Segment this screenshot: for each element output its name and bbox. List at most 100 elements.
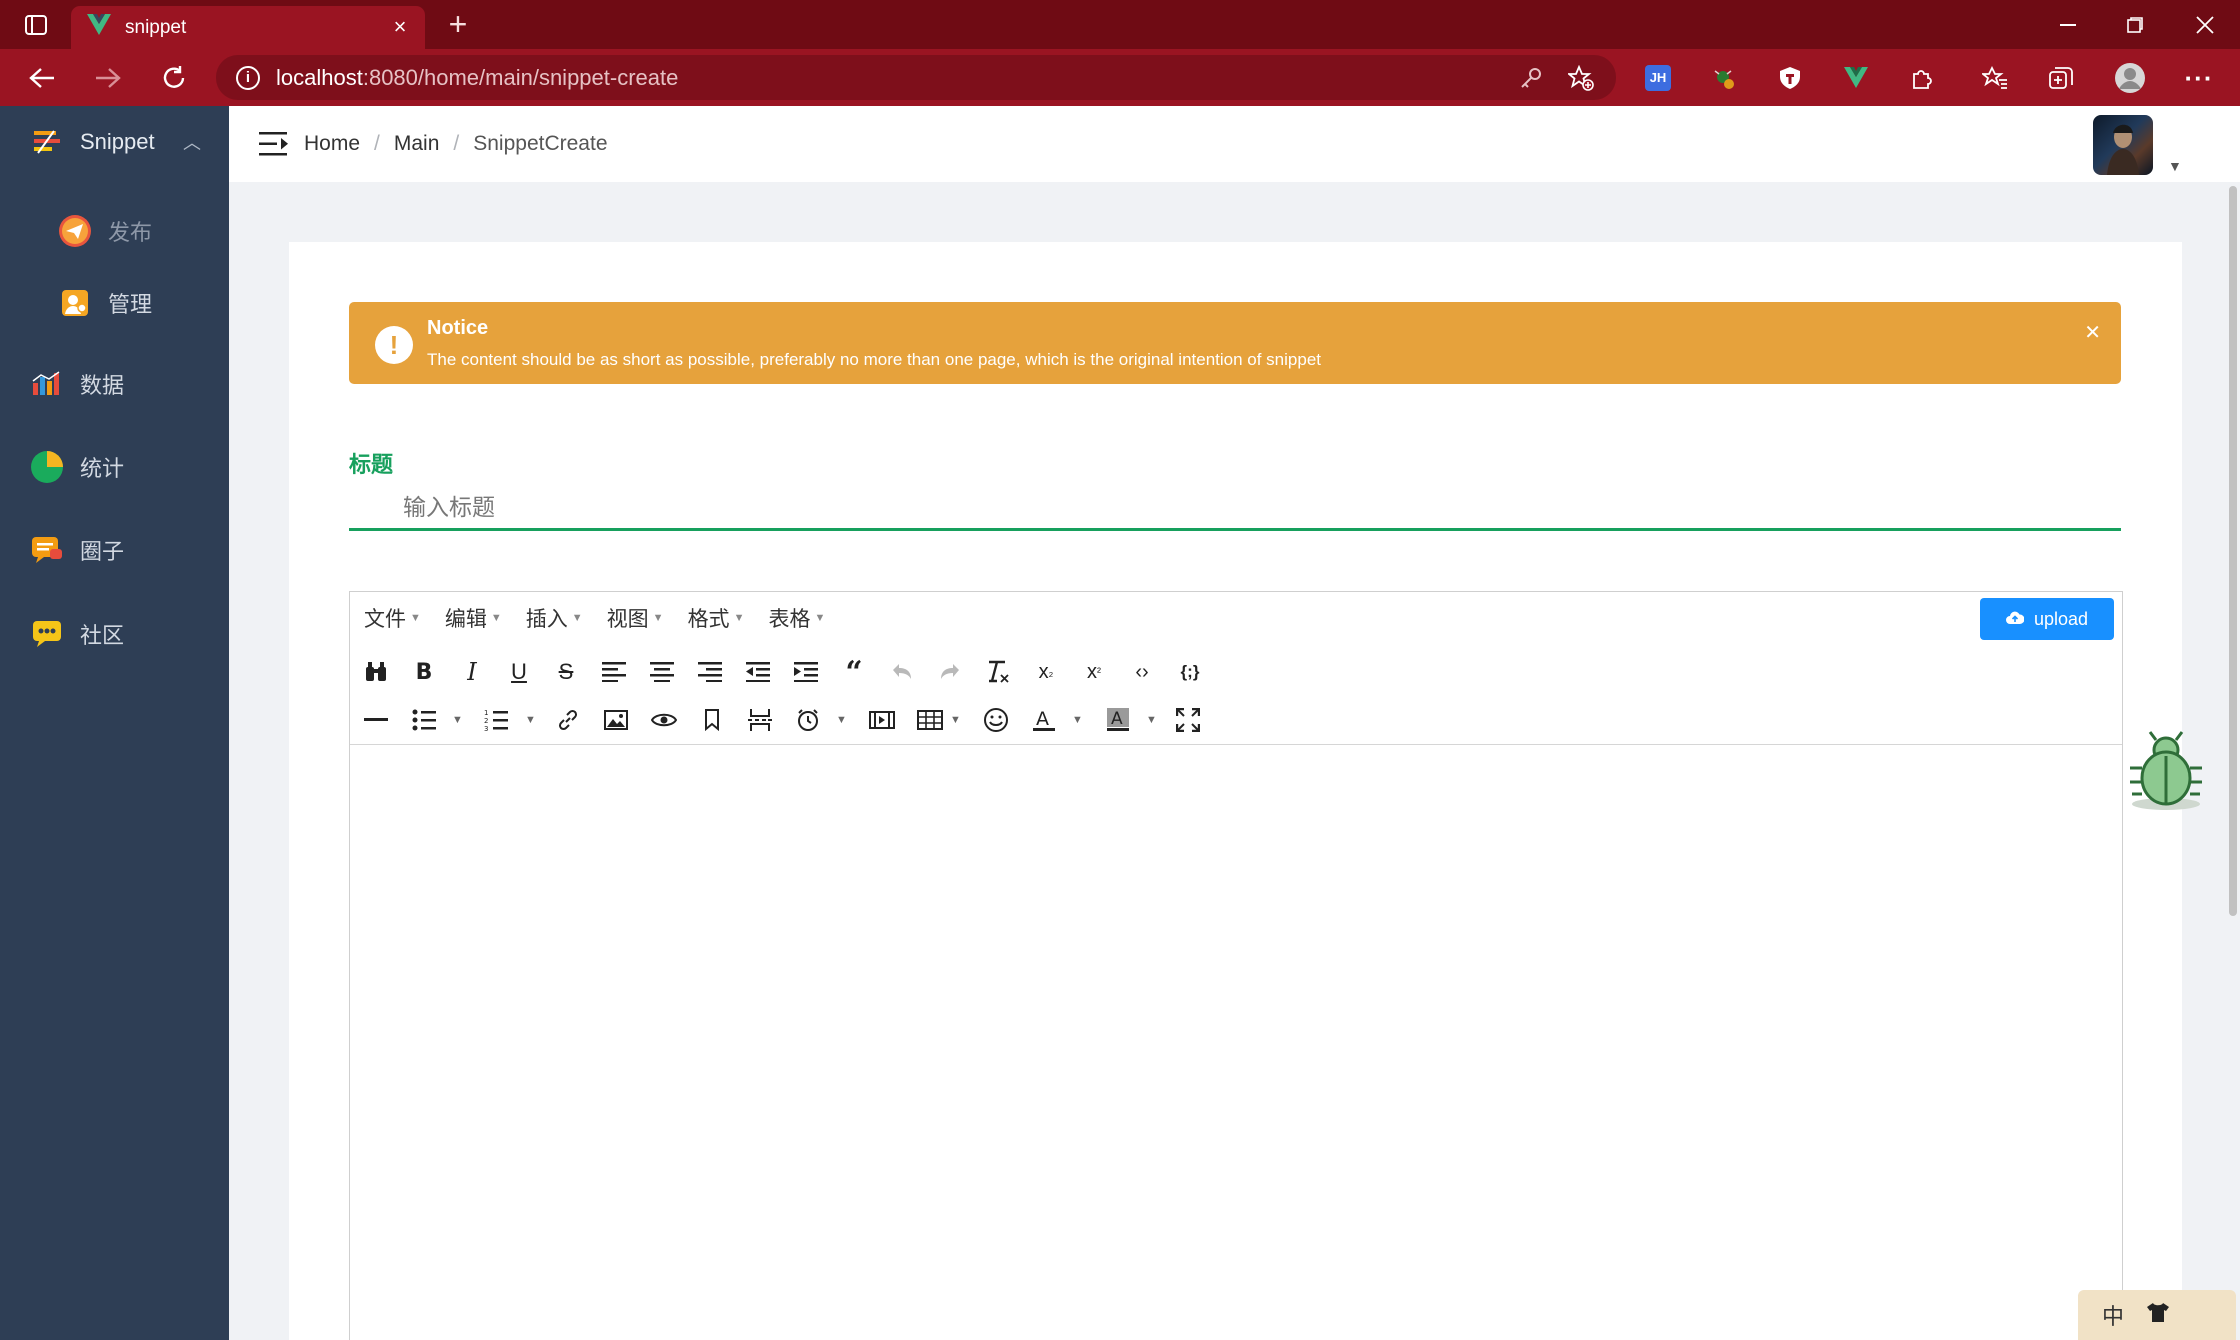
site-info-icon[interactable]: i [236, 65, 260, 90]
text-color-icon[interactable]: A [1028, 704, 1060, 736]
sidebar-item-stats[interactable]: 统计 [0, 431, 229, 503]
strikethrough-icon[interactable]: S [550, 656, 582, 688]
back-arrow-icon[interactable] [16, 49, 68, 106]
horizontal-rule-icon[interactable] [360, 704, 392, 736]
menu-view[interactable]: 视图 ▼ [607, 603, 664, 633]
caret-down-icon[interactable]: ▼ [525, 714, 536, 726]
more-options-icon[interactable]: ··· [2182, 61, 2216, 95]
align-right-icon[interactable] [694, 656, 726, 688]
sidebar-item-community[interactable]: 社区 [0, 598, 229, 670]
collections-icon[interactable] [2044, 61, 2078, 95]
profile-avatar-icon[interactable] [2113, 61, 2147, 95]
favorites-icon[interactable] [1978, 61, 2012, 95]
upload-button[interactable]: upload [1980, 598, 2114, 640]
new-tab-icon[interactable]: + [440, 0, 476, 49]
menu-insert[interactable]: 插入 ▼ [526, 603, 583, 633]
reload-icon[interactable] [148, 49, 200, 106]
italic-icon[interactable]: I [456, 656, 488, 688]
forward-arrow-icon[interactable] [82, 49, 134, 106]
avatar-dropdown-caret-icon[interactable]: ▼ [2168, 158, 2182, 174]
remove-format-icon[interactable] [982, 656, 1014, 688]
tab-close-icon[interactable]: × [387, 14, 413, 40]
align-left-icon[interactable] [598, 656, 630, 688]
background-color-icon[interactable]: A [1102, 704, 1134, 736]
vue-devtools-icon[interactable] [1839, 61, 1873, 95]
tab-actions-icon[interactable] [18, 0, 54, 49]
jh-extension-icon[interactable]: JH [1641, 61, 1675, 95]
menu-table[interactable]: 表格 ▼ [768, 603, 825, 633]
menu-label: 视图 [606, 608, 649, 631]
align-center-icon[interactable] [646, 656, 678, 688]
app-header: Home / Main / SnippetCreate ▼ [229, 106, 2240, 182]
table-icon[interactable] [914, 704, 946, 736]
close-icon[interactable]: ✕ [2084, 320, 2101, 345]
address-bar[interactable]: i localhost:8080/home/main/snippet-creat… [216, 55, 1616, 100]
outdent-icon[interactable] [742, 656, 774, 688]
sidebar-item-manage[interactable]: 管理 [0, 267, 229, 339]
page-break-icon[interactable] [744, 704, 776, 736]
minimize-icon[interactable] [2035, 0, 2101, 49]
breadcrumb-main[interactable]: Main [394, 132, 440, 156]
scrollbar-thumb[interactable] [2229, 186, 2237, 916]
ime-indicator[interactable]: 中 [2078, 1290, 2236, 1340]
insert-datetime-icon[interactable] [792, 704, 824, 736]
caret-down-icon[interactable]: ▼ [836, 714, 847, 726]
restore-icon[interactable] [2102, 0, 2168, 49]
breadcrumb-home[interactable]: Home [304, 132, 360, 156]
key-icon[interactable] [1520, 55, 1542, 100]
fullscreen-icon[interactable] [1172, 704, 1204, 736]
browser-tab-active[interactable]: snippet × [71, 6, 425, 49]
indent-icon[interactable] [790, 656, 822, 688]
url-host: localhost [276, 64, 363, 90]
menu-format[interactable]: 格式 ▼ [688, 603, 745, 633]
link-icon[interactable] [552, 704, 584, 736]
puzzle-icon[interactable] [1905, 61, 1939, 95]
blockquote-icon[interactable]: “ [838, 655, 870, 690]
media-icon[interactable] [866, 704, 898, 736]
undo-icon[interactable] [886, 656, 918, 688]
editor-toolbar-row-1: B I U S “ x₂ x² ‹› {;} [350, 648, 2122, 696]
caret-down-icon[interactable]: ▼ [452, 714, 463, 726]
main-content: ! Notice The content should be as short … [229, 182, 2240, 1340]
bold-icon[interactable]: B [408, 656, 440, 688]
superscript-icon[interactable]: x² [1078, 656, 1110, 688]
snippet-icon [30, 125, 64, 159]
menu-edit[interactable]: 编辑 ▼ [445, 603, 502, 633]
subscript-icon[interactable]: x₂ [1030, 656, 1062, 688]
sidebar-item-label: 统计 [80, 456, 125, 481]
image-icon[interactable] [600, 704, 632, 736]
page-scrollbar[interactable] [2226, 182, 2240, 1340]
redo-icon[interactable] [934, 656, 966, 688]
code-icon[interactable]: ‹› [1126, 656, 1158, 688]
bookmark-icon[interactable] [696, 704, 728, 736]
title-input[interactable] [349, 487, 2121, 531]
sidebar-item-publish[interactable]: 发布 [0, 195, 229, 267]
find-replace-icon[interactable] [360, 656, 392, 688]
caret-down-icon: ▼ [814, 612, 826, 624]
bullet-list-icon[interactable] [408, 704, 440, 736]
sidebar-item-data[interactable]: 数据 [0, 348, 229, 420]
underline-icon[interactable]: U [503, 656, 535, 688]
notice-description: The content should be as short as possib… [427, 350, 1322, 369]
sidebar-item-circle[interactable]: 圈子 [0, 514, 229, 586]
caret-down-icon[interactable]: ▼ [1072, 714, 1083, 726]
user-avatar[interactable] [2093, 115, 2153, 175]
emoticons-icon[interactable] [980, 704, 1012, 736]
collapse-menu-icon[interactable] [259, 130, 289, 158]
floating-bug-icon[interactable] [2126, 728, 2206, 812]
menu-file[interactable]: 文件 ▼ [364, 603, 421, 633]
bug-extension-icon[interactable] [1707, 61, 1741, 95]
caret-down-icon[interactable]: ▼ [950, 714, 961, 726]
caret-down-icon[interactable]: ▼ [1146, 714, 1157, 726]
close-window-icon[interactable] [2172, 0, 2238, 49]
code-sample-icon[interactable]: {;} [1174, 656, 1206, 688]
favorite-add-icon[interactable] [1568, 55, 1594, 100]
editor-content-area[interactable] [350, 745, 2122, 1340]
rich-text-editor: 文件 ▼ 编辑 ▼ 插入 ▼ 视图 ▼ 格式 ▼ 表格 ▼ upload B I U [349, 591, 2123, 1340]
community-icon [30, 617, 64, 651]
sidebar-item-snippet[interactable]: Snippet ︿ [0, 106, 229, 178]
numbered-list-icon[interactable]: 123 [480, 704, 512, 736]
menu-label: 编辑 [444, 608, 487, 631]
preview-eye-icon[interactable] [648, 704, 680, 736]
shield-extension-icon[interactable] [1773, 61, 1807, 95]
